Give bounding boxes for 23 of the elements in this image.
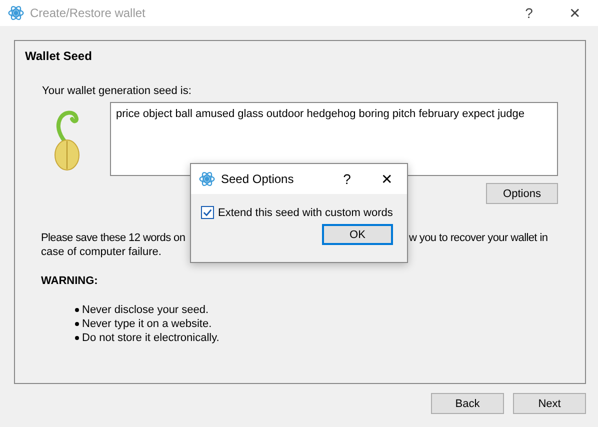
window-title: Create/Restore wallet — [30, 6, 146, 20]
app-logo-icon — [8, 5, 24, 21]
instruction-text: Please save these 12 words on — [41, 231, 186, 245]
warning-item: Do not store it electronically. — [82, 331, 220, 345]
bullet-icon — [75, 308, 79, 312]
warning-item: Never type it on a website. — [82, 317, 212, 331]
ok-button[interactable]: OK — [322, 224, 393, 245]
checkbox-label: Extend this seed with custom words — [218, 206, 393, 218]
warning-title: WARNING: — [41, 275, 99, 287]
checkbox[interactable] — [201, 206, 214, 219]
instruction-text: w you to recover your wallet in — [409, 231, 549, 245]
help-button[interactable]: ? — [506, 5, 552, 21]
close-button[interactable]: ✕ — [552, 5, 598, 21]
seed-label: Your wallet generation seed is: — [42, 85, 192, 97]
warning-item: Never disclose your seed. — [82, 303, 209, 317]
options-button[interactable]: Options — [486, 183, 558, 204]
app-logo-icon — [199, 171, 215, 187]
instruction-text: case of computer failure. — [41, 246, 162, 258]
bullet-icon — [75, 322, 79, 326]
back-button[interactable]: Back — [431, 393, 504, 414]
next-button[interactable]: Next — [513, 393, 586, 414]
bullet-icon — [75, 336, 79, 340]
group-title: Wallet Seed — [25, 49, 93, 63]
